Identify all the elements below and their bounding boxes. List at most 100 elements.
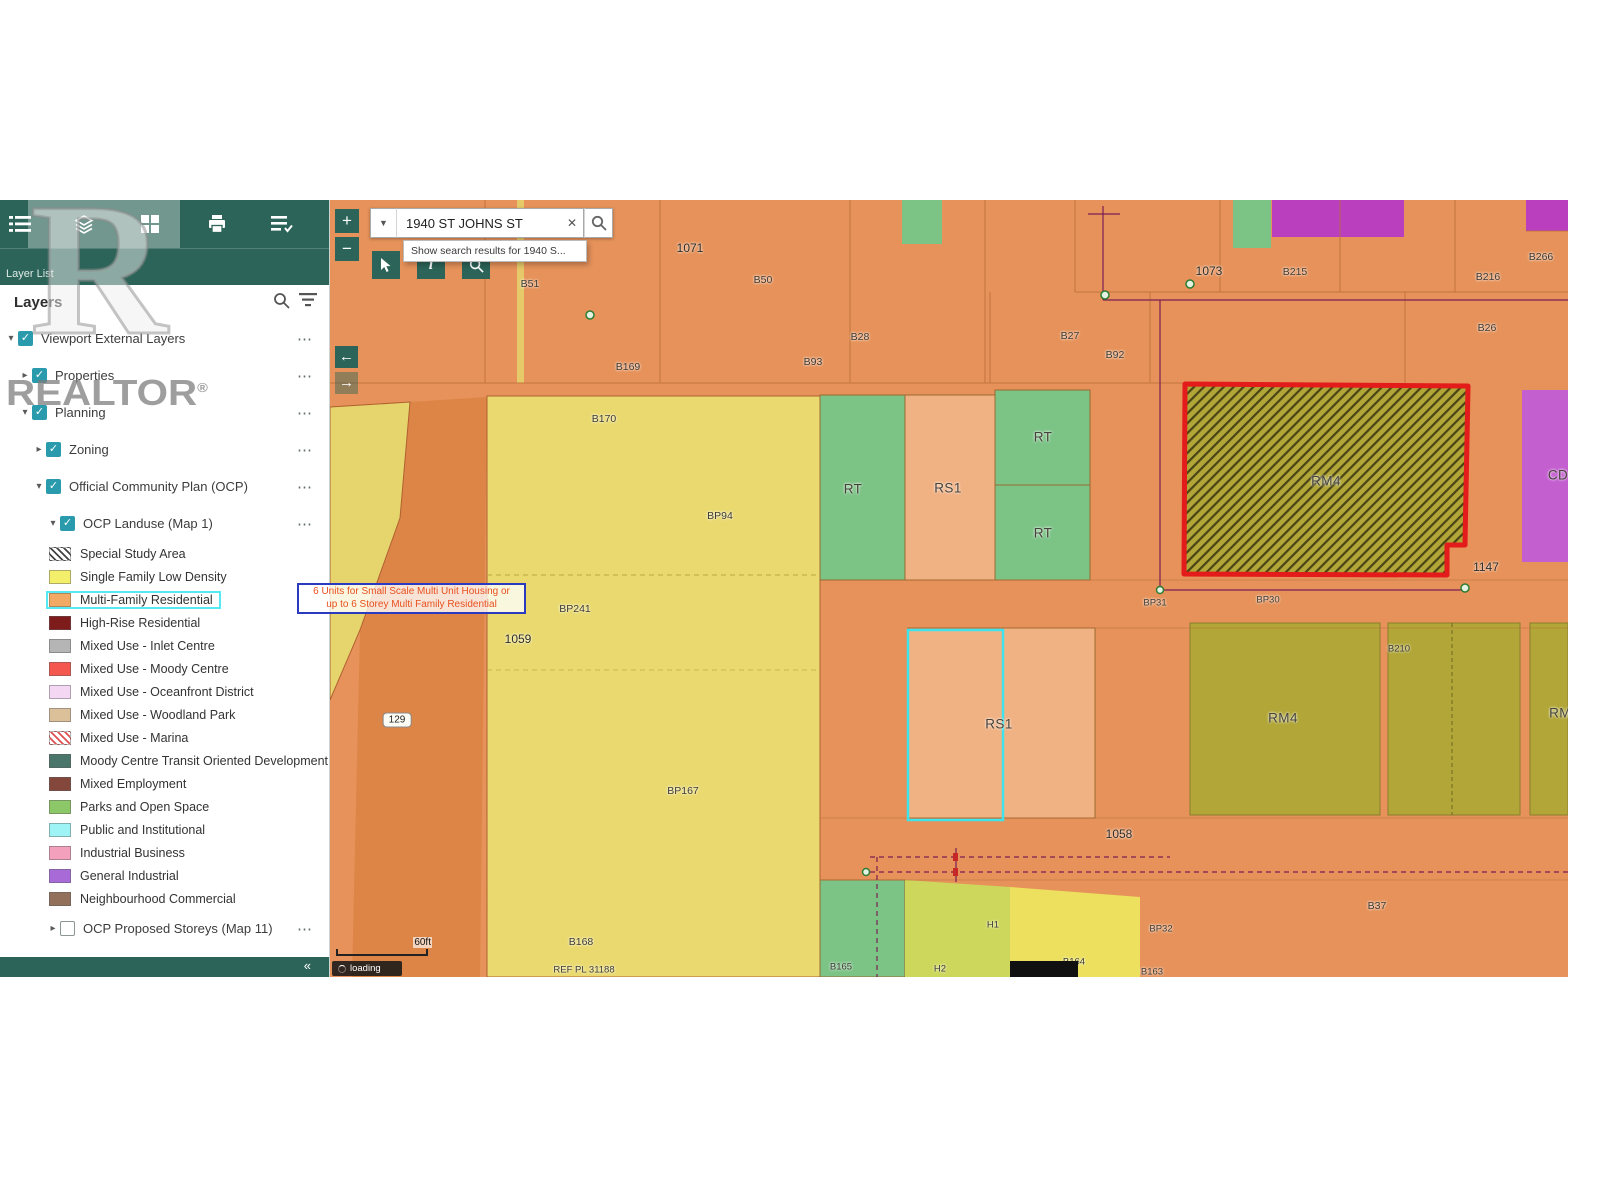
layer-visibility-checkbox[interactable] <box>60 921 75 936</box>
layer-label: OCP Proposed Storeys (Map 11) <box>83 921 273 936</box>
layer-tree-item[interactable]: ▾✓Planning⋯ <box>0 394 329 431</box>
results-list-icon[interactable] <box>268 210 296 238</box>
legend-entry: Mixed Use - Moody Centre <box>46 660 237 678</box>
legend-item: High-Rise Residential <box>0 611 329 634</box>
search-value: 1940 ST JOHNS ST <box>406 216 563 231</box>
layer-menu-button[interactable]: ⋯ <box>297 478 313 496</box>
search-input[interactable]: 1940 ST JOHNS ST ✕ <box>397 208 584 238</box>
legend-item: Neighbourhood Commercial <box>0 887 329 910</box>
expand-right-icon[interactable]: ▸ <box>46 923 60 934</box>
search-dropdown-button[interactable]: ▼ <box>370 208 397 238</box>
legend-label: Single Family Low Density <box>80 570 227 584</box>
legend-label: Neighbourhood Commercial <box>80 892 236 906</box>
layer-label: Viewport External Layers <box>41 331 185 346</box>
legend-label: Mixed Use - Moody Centre <box>80 662 229 676</box>
parcel-yellow-large <box>487 396 820 977</box>
print-icon[interactable] <box>203 210 231 238</box>
legend-item: Industrial Business <box>0 841 329 864</box>
layer-menu-button[interactable]: ⋯ <box>297 404 313 422</box>
legend-label: Moody Centre Transit Oriented Developmen… <box>80 754 328 768</box>
layer-visibility-checkbox[interactable]: ✓ <box>60 516 75 531</box>
layer-label: Official Community Plan (OCP) <box>69 479 248 494</box>
legend-entry: Mixed Use - Inlet Centre <box>46 637 223 655</box>
ocp-landuse-legend: Special Study Area Single Family Low Dens… <box>0 542 329 910</box>
legend-swatch <box>49 593 71 607</box>
layer-tree-item[interactable]: ▾✓ Official Community Plan (OCP) ⋯ <box>0 468 329 505</box>
expand-down-icon[interactable]: ▾ <box>4 333 18 344</box>
layer-menu-button[interactable]: ⋯ <box>297 367 313 385</box>
layer-filter-icon[interactable] <box>299 293 317 312</box>
legend-swatch <box>49 708 71 722</box>
legend-item: Mixed Employment <box>0 772 329 795</box>
legend-swatch <box>49 570 71 584</box>
zoom-in-button[interactable]: + <box>335 209 359 233</box>
layer-list-icon[interactable] <box>6 210 34 238</box>
legend-label: Mixed Use - Oceanfront District <box>80 685 254 699</box>
layer-visibility-checkbox[interactable]: ✓ <box>32 368 47 383</box>
dropdown-caret-icon: ▼ <box>379 218 388 228</box>
cursor-icon <box>380 258 393 273</box>
expand-down-icon[interactable]: ▾ <box>32 481 46 492</box>
spinner-icon <box>338 965 346 973</box>
legend-label: General Industrial <box>80 869 179 883</box>
legend-swatch <box>49 616 71 630</box>
legend-entry: Mixed Employment <box>46 775 194 793</box>
legend-entry: Moody Centre Transit Oriented Developmen… <box>46 752 329 770</box>
legend-item: Mixed Use - Marina <box>0 726 329 749</box>
next-extent-button[interactable]: → <box>335 372 358 394</box>
layer-visibility-checkbox[interactable]: ✓ <box>46 442 61 457</box>
layer-tree-item[interactable]: ▸✓ Properties ⋯ <box>0 357 329 394</box>
search-icon <box>591 215 607 231</box>
loading-indicator: loading <box>332 961 402 976</box>
layer-menu-button[interactable]: ⋯ <box>297 330 313 348</box>
collapse-panel-button[interactable]: « <box>304 958 311 973</box>
layer-menu-button[interactable]: ⋯ <box>297 441 313 459</box>
basemap-grid-icon[interactable] <box>136 210 164 238</box>
legend-item: Mixed Use - Oceanfront District <box>0 680 329 703</box>
legend-entry: Mixed Use - Woodland Park <box>46 706 243 724</box>
legend-entry: Special Study Area <box>46 545 194 563</box>
legend-entry: General Industrial <box>46 867 187 885</box>
layer-tree-item[interactable]: ▸ OCP Proposed Storeys (Map 11) ⋯ <box>0 910 329 947</box>
expand-right-icon[interactable]: ▸ <box>32 444 46 455</box>
layer-panel: Layers ▾✓Viewport External Layers⋯▸✓Prop… <box>0 285 329 957</box>
search-button[interactable] <box>584 208 613 238</box>
legend-entry: Parks and Open Space <box>46 798 217 816</box>
layer-tree-item[interactable]: ▸✓ Zoning ⋯ <box>0 431 329 468</box>
clear-search-icon[interactable]: ✕ <box>567 216 577 230</box>
expand-down-icon[interactable]: ▾ <box>46 518 60 529</box>
layer-label: Properties <box>55 368 114 383</box>
layer-tree-item[interactable]: ▾✓ Viewport External Layers ⋯ <box>0 320 329 357</box>
layers-icon[interactable] <box>70 210 98 238</box>
map-attribution-box <box>1010 961 1078 977</box>
layer-visibility-checkbox[interactable]: ✓ <box>46 479 61 494</box>
select-tool-button[interactable] <box>372 251 400 279</box>
layer-menu-button[interactable]: ⋯ <box>297 920 313 938</box>
legend-entry: High-Rise Residential <box>46 614 208 632</box>
layer-label: Zoning <box>69 442 109 457</box>
expand-down-icon[interactable]: ▾ <box>18 407 32 418</box>
search-suggestion[interactable]: Show search results for 1940 S... <box>403 240 587 262</box>
legend-item: Multi-Family Residential <box>0 588 329 611</box>
sidebar-toolbar <box>0 200 329 248</box>
legend-label: Multi-Family Residential <box>80 593 213 607</box>
layer-search-icon[interactable] <box>273 292 290 314</box>
layer-tree-item[interactable]: ▾✓ OCP Landuse (Map 1) ⋯ <box>0 505 329 542</box>
legend-swatch <box>49 639 71 653</box>
zoom-out-button[interactable]: − <box>335 237 359 261</box>
panel-title: Layer List <box>6 268 54 280</box>
legend-entry: Public and Institutional <box>46 821 213 839</box>
previous-extent-button[interactable]: ← <box>335 346 358 368</box>
sidebar-footer: « <box>0 957 329 977</box>
layer-visibility-checkbox[interactable]: ✓ <box>18 331 33 346</box>
legend-label: Public and Institutional <box>80 823 205 837</box>
legend-item: Mixed Use - Woodland Park <box>0 703 329 726</box>
legend-item: Special Study Area <box>0 542 329 565</box>
layer-visibility-checkbox[interactable]: ✓ <box>32 405 47 420</box>
layer-tree: ▾✓Viewport External Layers⋯▸✓Properties⋯… <box>0 320 329 542</box>
page: Layer List Layers ▾✓Viewport External La… <box>0 0 1600 1200</box>
layer-label: OCP Landuse (Map 1) <box>83 516 213 531</box>
legend-label: Special Study Area <box>80 547 186 561</box>
layer-menu-button[interactable]: ⋯ <box>297 515 313 533</box>
expand-right-icon[interactable]: ▸ <box>18 370 32 381</box>
